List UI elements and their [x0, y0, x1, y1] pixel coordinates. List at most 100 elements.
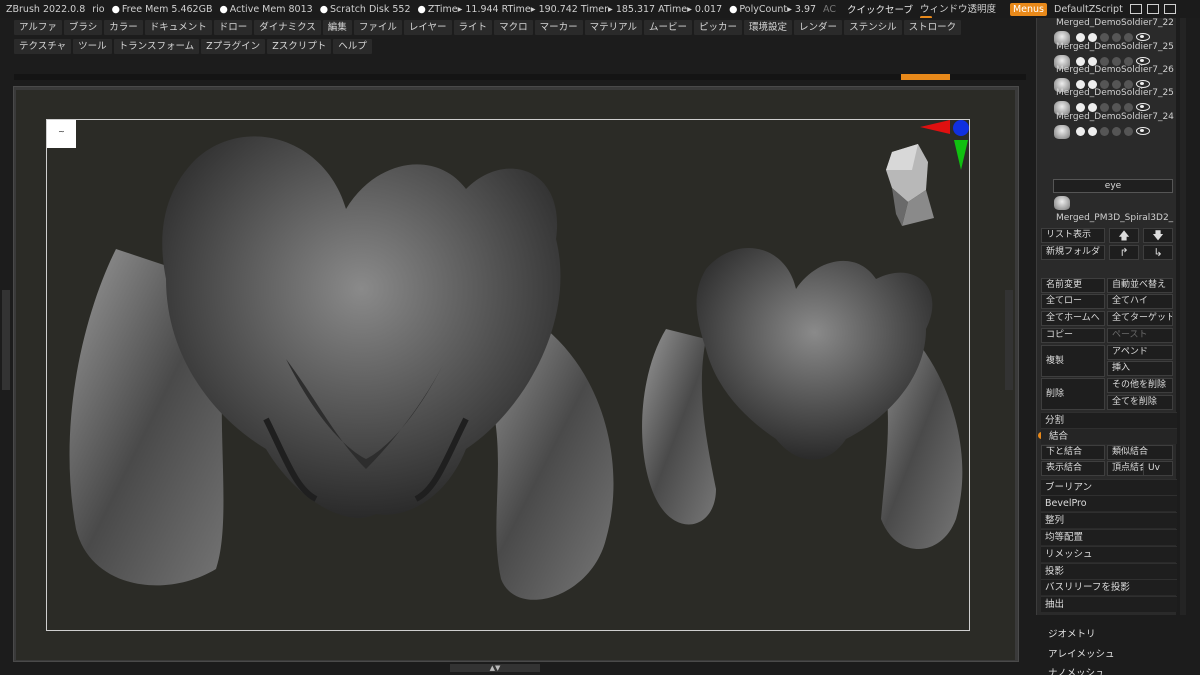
visibility-eye-icon[interactable]	[1136, 80, 1150, 88]
menu-item[interactable]: ドキュメント	[144, 20, 212, 35]
toggle-dot-icon[interactable]	[1124, 102, 1133, 112]
toggle-dot-icon[interactable]	[1076, 32, 1085, 42]
toggle-dot-icon[interactable]	[1112, 126, 1121, 136]
subtool-item[interactable]: Merged_DemoSoldier7_25	[1046, 88, 1174, 115]
all-high-button[interactable]: 全てハイ	[1107, 294, 1173, 309]
auto-reorder-button[interactable]: 自動並べ替え	[1107, 278, 1173, 293]
insert-button[interactable]: 挿入	[1107, 361, 1173, 376]
bevel-pro-menu[interactable]: BevelPro	[1041, 495, 1177, 511]
menu-item[interactable]: 編集	[322, 20, 352, 35]
subtool-item[interactable]: Merged_DemoSoldier7_26	[1046, 65, 1174, 92]
right-tray-toggle[interactable]	[1005, 290, 1013, 390]
remesh-menu[interactable]: リメッシュ	[1041, 546, 1177, 562]
menu-item[interactable]: ダイナミクス	[254, 20, 321, 35]
left-tray-toggle[interactable]	[2, 290, 10, 390]
visibility-eye-icon[interactable]	[1136, 103, 1150, 111]
window-close-icon[interactable]	[1163, 4, 1176, 14]
split-menu[interactable]: 分割	[1041, 412, 1177, 428]
toggle-dot-icon[interactable]	[1100, 126, 1109, 136]
menus-button[interactable]: Menus	[1009, 2, 1048, 16]
navigation-head-icon[interactable]	[878, 140, 940, 232]
subtool-item[interactable]: Merged_DemoSoldier7_25	[1046, 42, 1174, 69]
move-up-folder-icon[interactable]: ↱	[1109, 245, 1139, 260]
menu-item[interactable]: ツール	[73, 39, 112, 54]
merge-menu[interactable]: 結合	[1041, 428, 1177, 444]
merge-visible-button[interactable]: 表示結合	[1041, 461, 1105, 476]
weld-points-button[interactable]: 頂点結合	[1107, 461, 1147, 476]
project-bas-relief-menu[interactable]: バスリリーフを投影	[1041, 579, 1177, 595]
quick-save-button[interactable]: クイックセーブ	[847, 2, 913, 16]
menu-item[interactable]: カラー	[104, 20, 143, 35]
menu-item[interactable]: ヘルプ	[333, 39, 372, 54]
menu-item[interactable]: ストローク	[903, 20, 962, 35]
default-zscript-button[interactable]: DefaultZScript	[1054, 4, 1123, 15]
move-up-icon[interactable]: 🡅	[1109, 228, 1139, 243]
menu-item[interactable]: レンダー	[794, 20, 843, 35]
menu-item[interactable]: ブラシ	[63, 20, 103, 35]
paste-button[interactable]: ペースト	[1107, 328, 1173, 343]
menu-item[interactable]: ファイル	[353, 20, 402, 35]
subtool-item[interactable]: Merged_DemoSoldier7_24	[1046, 112, 1174, 139]
all-target-button[interactable]: 全てターゲット	[1107, 311, 1173, 326]
menu-item[interactable]: マテリアル	[584, 20, 642, 35]
window-opacity-slider[interactable]: ウィンドウ透明度	[919, 1, 1003, 18]
menu-item[interactable]: ドロー	[213, 20, 253, 35]
right-panel-scrollbar[interactable]	[1180, 18, 1186, 615]
menu-item[interactable]: マーカー	[534, 20, 583, 35]
move-down-icon[interactable]: 🡇	[1143, 228, 1173, 243]
menu-item[interactable]: アルファ	[14, 20, 62, 35]
align-menu[interactable]: 整列	[1041, 512, 1177, 528]
boolean-menu[interactable]: ブーリアン	[1041, 479, 1177, 495]
rename-button[interactable]: 名前変更	[1041, 278, 1105, 293]
menu-item[interactable]: Zプラグイン	[201, 39, 266, 54]
subtool-item[interactable]: Merged_PM3D_Spiral3D2_1	[1046, 196, 1174, 223]
window-restore-icon[interactable]	[1146, 4, 1159, 14]
delete-all-button[interactable]: 全てを削除	[1107, 395, 1173, 410]
toggle-dot-icon[interactable]	[1100, 32, 1109, 42]
menu-item[interactable]: ムービー	[644, 20, 693, 35]
subtool-item[interactable]: Merged_DemoSoldier7_22	[1046, 18, 1174, 45]
menu-item[interactable]: ステンシル	[844, 20, 902, 35]
extract-menu[interactable]: 抽出	[1041, 596, 1177, 612]
project-menu[interactable]: 投影	[1041, 563, 1177, 579]
toggle-dot-icon[interactable]	[1124, 32, 1133, 42]
toggle-dot-icon[interactable]	[1076, 102, 1085, 112]
all-home-button[interactable]: 全てホームへ	[1041, 311, 1105, 326]
move-down-folder-icon[interactable]: ↳	[1143, 245, 1173, 260]
toggle-dot-icon[interactable]	[1088, 126, 1097, 136]
menu-item[interactable]: ピッカー	[694, 20, 743, 35]
menu-item[interactable]: 環境設定	[744, 20, 793, 35]
toggle-dot-icon[interactable]	[1124, 126, 1133, 136]
visibility-eye-icon[interactable]	[1136, 127, 1150, 135]
merge-down-button[interactable]: 下と結合	[1041, 445, 1105, 460]
new-folder-button[interactable]: 新規フォルダ	[1041, 245, 1105, 260]
visibility-eye-icon[interactable]	[1136, 57, 1150, 65]
duplicate-button[interactable]: 複製	[1041, 345, 1105, 377]
list-view-button[interactable]: リスト表示	[1041, 228, 1105, 243]
geometry-menu[interactable]: ジオメトリ	[1048, 626, 1096, 640]
visibility-eye-icon[interactable]	[1136, 33, 1150, 41]
menu-item[interactable]: レイヤー	[403, 20, 452, 35]
nano-mesh-menu[interactable]: ナノメッシュ	[1048, 665, 1105, 675]
menu-item[interactable]: トランスフォーム	[113, 39, 200, 54]
copy-button[interactable]: コピー	[1041, 328, 1105, 343]
toggle-dot-icon[interactable]	[1112, 32, 1121, 42]
delete-other-button[interactable]: その他を削除	[1107, 378, 1173, 393]
toggle-dot-icon[interactable]	[1088, 102, 1097, 112]
menu-item[interactable]: マクロ	[494, 20, 533, 35]
toggle-dot-icon[interactable]	[1100, 102, 1109, 112]
toggle-dot-icon[interactable]	[1076, 126, 1085, 136]
uv-button[interactable]: Uv	[1143, 461, 1173, 476]
all-low-button[interactable]: 全てロー	[1041, 294, 1105, 309]
subtool-group-label[interactable]: eye	[1053, 179, 1173, 193]
menu-item[interactable]: テクスチャ	[14, 39, 72, 54]
array-mesh-menu[interactable]: アレイメッシュ	[1048, 646, 1115, 660]
delete-button[interactable]: 削除	[1041, 378, 1105, 410]
menu-item[interactable]: ライト	[453, 20, 493, 35]
window-layout-icon[interactable]	[1129, 4, 1142, 14]
distribute-menu[interactable]: 均等配置	[1041, 529, 1177, 545]
toggle-dot-icon[interactable]	[1088, 32, 1097, 42]
append-button[interactable]: アペンド	[1107, 345, 1173, 360]
merge-similar-button[interactable]: 類似結合	[1107, 445, 1173, 460]
toggle-dot-icon[interactable]	[1112, 102, 1121, 112]
